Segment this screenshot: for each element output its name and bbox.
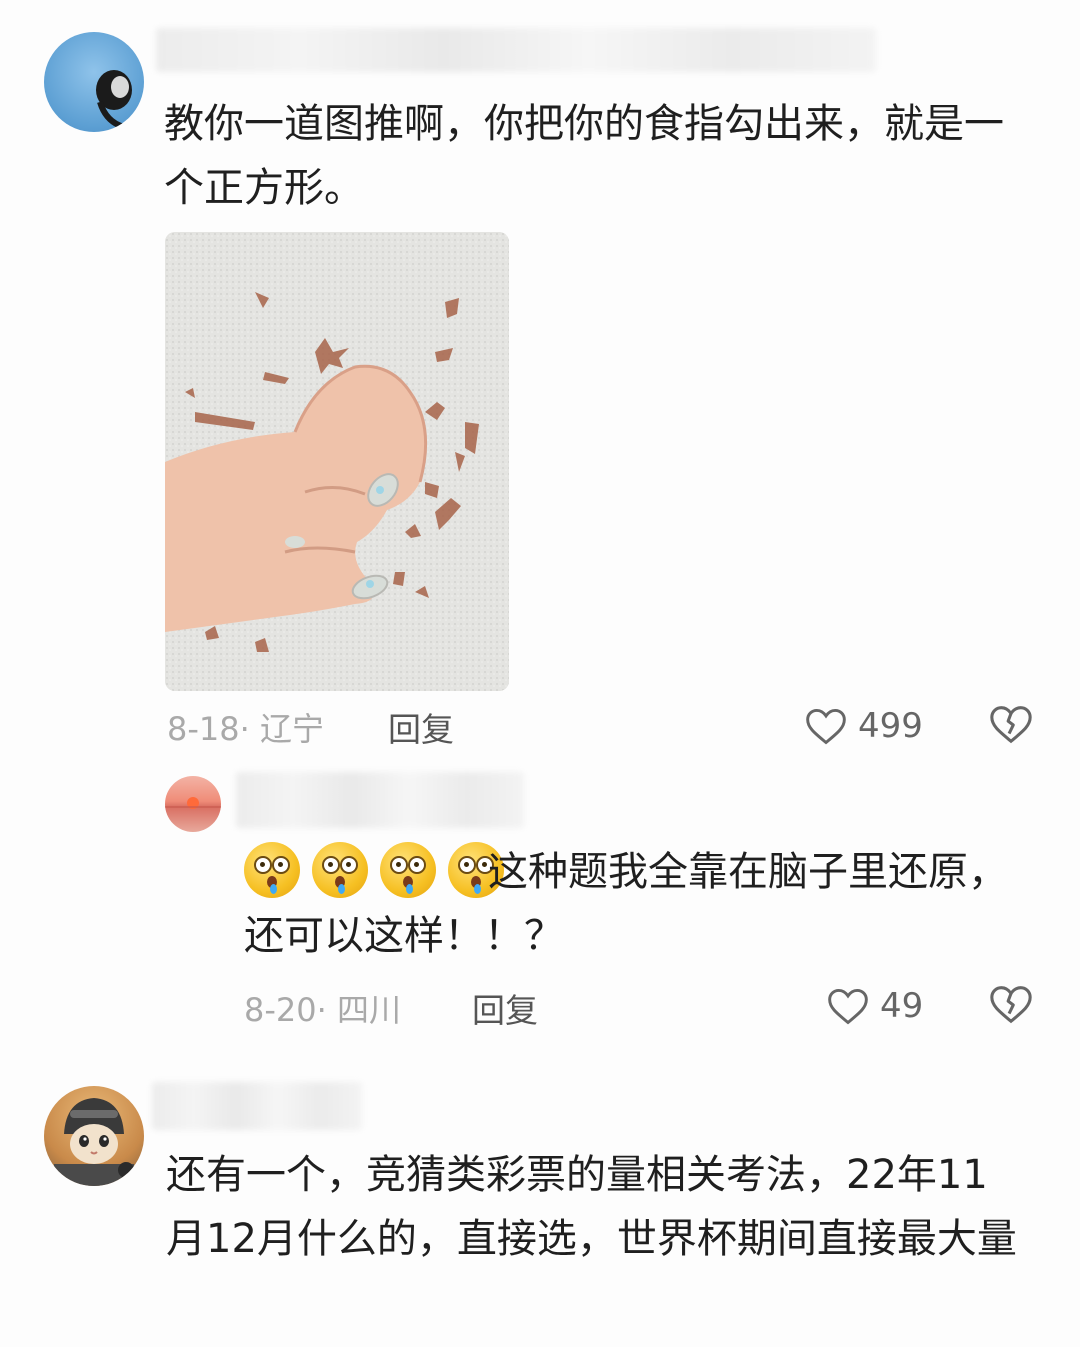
username-blurred[interactable] (152, 1082, 362, 1130)
like-button[interactable]: 499 (804, 700, 923, 752)
like-count: 499 (858, 706, 923, 746)
comment-text: 教你一道图推啊，你把你的食指勾出来，就是一个正方形。 (164, 101, 1004, 211)
reply-like-button[interactable]: 49 (826, 980, 923, 1032)
broken-heart-icon (990, 706, 1032, 744)
comment-text: 还有一个，竞猜类彩票的量相关考法，22年11月12月什么的，直接选，世界杯期间直… (166, 1152, 1017, 1262)
user-avatar[interactable] (44, 32, 144, 132)
comment-meta: 8-18· 辽宁 (167, 710, 324, 748)
dislike-button[interactable] (988, 702, 1034, 750)
hand-photo-icon (165, 232, 509, 691)
user-avatar[interactable] (44, 1086, 144, 1186)
heart-outline-icon (828, 988, 868, 1025)
username-blurred[interactable] (156, 28, 876, 72)
avatar-figure-icon (96, 70, 132, 130)
cat-helmet-icon (54, 1098, 134, 1186)
heart-outline-icon (806, 708, 846, 745)
reply-button[interactable]: 回复 (388, 703, 454, 751)
reply-reply-button[interactable]: 回复 (472, 984, 538, 1032)
reply-text: 这种题我全靠在脑子里还原，还可以这样！！？ (244, 849, 1008, 959)
reply-like-count: 49 (880, 986, 924, 1026)
comment-image[interactable] (165, 232, 509, 691)
reply-meta: 8-20· 四川 (244, 991, 401, 1029)
reply-username-blurred[interactable] (236, 772, 524, 828)
broken-heart-icon (990, 986, 1032, 1024)
reply-dislike-button[interactable] (988, 982, 1034, 1030)
reply-avatar[interactable] (165, 776, 221, 832)
sunset-icon (165, 797, 221, 809)
